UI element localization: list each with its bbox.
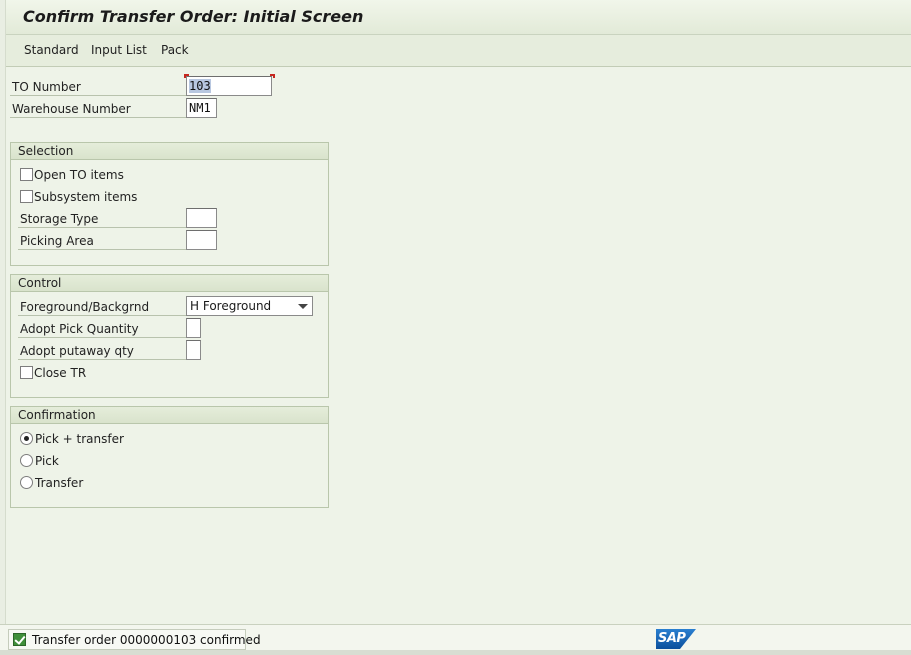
application-toolbar: Standard Input List Pack <box>6 35 911 67</box>
to-number-value: 103 <box>189 79 211 93</box>
foreground-backgrnd-label: Foreground/Backgrnd <box>20 300 150 314</box>
status-text: Transfer order 0000000103 confirmed <box>32 633 261 647</box>
open-to-items-label: Open TO items <box>34 168 124 182</box>
sap-logo: SAP <box>656 629 696 649</box>
storage-type-label: Storage Type <box>20 212 99 226</box>
focus-corner-left <box>184 74 189 78</box>
pick-label: Pick <box>35 454 59 468</box>
adopt-pick-quantity-underline <box>18 337 186 338</box>
bottom-frame-line <box>0 650 911 655</box>
pick-radio[interactable] <box>20 454 33 467</box>
title-bar: Confirm Transfer Order: Initial Screen <box>6 0 911 35</box>
page-title: Confirm Transfer Order: Initial Screen <box>23 7 364 26</box>
foreground-backgrnd-dropdown[interactable]: H Foreground <box>186 296 313 316</box>
close-tr-checkbox[interactable] <box>20 366 33 379</box>
menu-standard[interactable]: Standard <box>24 43 79 57</box>
to-number-underline <box>10 95 186 96</box>
picking-area-input[interactable] <box>186 230 217 250</box>
storage-type-underline <box>18 227 186 228</box>
chevron-down-icon[interactable] <box>298 304 308 309</box>
focus-corner-right <box>270 74 275 78</box>
control-group-header: Control <box>11 275 328 292</box>
confirmation-group-title: Confirmation <box>18 408 96 422</box>
selection-group-title: Selection <box>18 144 74 158</box>
storage-type-input[interactable] <box>186 208 217 228</box>
adopt-putaway-qty-label: Adopt putaway qty <box>20 344 134 358</box>
menu-input-list[interactable]: Input List <box>91 43 147 57</box>
success-check-icon <box>13 633 26 646</box>
sap-logo-text: SAP <box>658 631 686 646</box>
pick-transfer-radio[interactable] <box>20 432 33 445</box>
selection-group-header: Selection <box>11 143 328 160</box>
warehouse-number-label: Warehouse Number <box>12 102 131 116</box>
warehouse-number-input[interactable]: NM1 <box>186 98 217 118</box>
adopt-pick-quantity-input[interactable] <box>186 318 201 338</box>
left-frame-strip <box>0 0 6 655</box>
transfer-radio[interactable] <box>20 476 33 489</box>
close-tr-label: Close TR <box>34 366 87 380</box>
subsystem-items-label: Subsystem items <box>34 190 138 204</box>
transfer-label: Transfer <box>35 476 84 490</box>
menu-pack[interactable]: Pack <box>161 43 189 57</box>
foreground-backgrnd-underline <box>18 315 186 316</box>
pick-transfer-label: Pick + transfer <box>35 432 124 446</box>
status-message[interactable]: Transfer order 0000000103 confirmed <box>8 629 261 650</box>
control-group-title: Control <box>18 276 62 290</box>
to-number-label: TO Number <box>12 80 81 94</box>
adopt-putaway-qty-input[interactable] <box>186 340 201 360</box>
confirmation-group-header: Confirmation <box>11 407 328 424</box>
picking-area-label: Picking Area <box>20 234 94 248</box>
open-to-items-checkbox[interactable] <box>20 168 33 181</box>
warehouse-number-underline <box>10 117 186 118</box>
foreground-backgrnd-value: H Foreground <box>190 299 272 313</box>
adopt-putaway-qty-underline <box>18 359 186 360</box>
subsystem-items-checkbox[interactable] <box>20 190 33 203</box>
picking-area-underline <box>18 249 186 250</box>
to-number-input[interactable]: 103 <box>186 76 272 96</box>
adopt-pick-quantity-label: Adopt Pick Quantity <box>20 322 139 336</box>
